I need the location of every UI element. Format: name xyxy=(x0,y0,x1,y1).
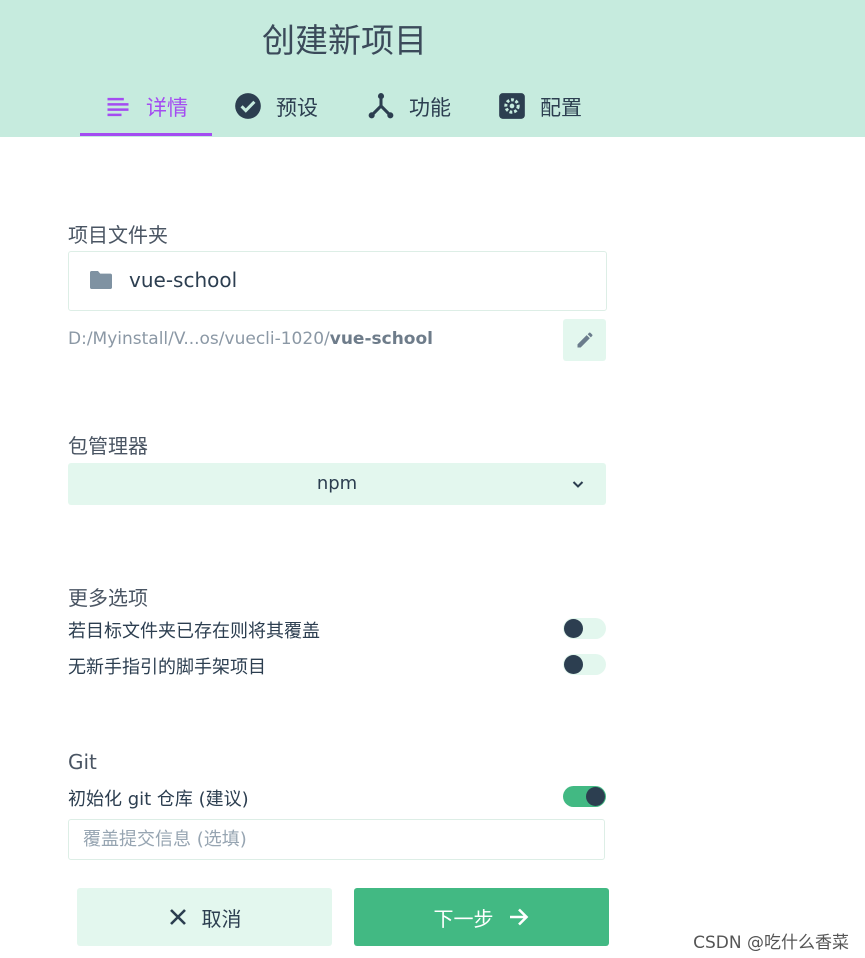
option-label: 若目标文件夹已存在则将其覆盖 xyxy=(68,621,320,642)
git-label: Git xyxy=(68,750,97,774)
project-folder-field[interactable]: vue-school xyxy=(68,251,607,311)
folder-path: D:/Myinstall/V...os/vuecli-1020/vue-scho… xyxy=(68,329,433,349)
folder-path-name: vue-school xyxy=(329,329,433,349)
overwrite-toggle[interactable] xyxy=(563,618,606,639)
tab-label: 功能 xyxy=(409,96,451,120)
fork-icon xyxy=(367,92,395,120)
next-button[interactable]: 下一步 xyxy=(354,888,609,946)
project-folder-label: 项目文件夹 xyxy=(68,223,168,247)
page-title: 创建新项目 xyxy=(262,21,427,60)
option-row-no-guide: 无新手指引的脚手架项目 xyxy=(68,653,606,679)
folder-icon xyxy=(89,270,113,294)
next-label: 下一步 xyxy=(433,906,494,931)
git-init-toggle[interactable] xyxy=(563,786,606,807)
close-icon xyxy=(168,907,188,927)
folder-path-prefix: D:/Myinstall/V...os/vuecli-1020/ xyxy=(68,329,330,349)
option-label: 无新手指引的脚手架项目 xyxy=(68,657,266,678)
package-manager-value: npm xyxy=(316,473,358,494)
cancel-label: 取消 xyxy=(201,906,242,931)
watermark: CSDN @吃什么香菜 xyxy=(693,933,849,953)
package-manager-label: 包管理器 xyxy=(68,434,148,458)
option-row-overwrite: 若目标文件夹已存在则将其覆盖 xyxy=(68,617,606,643)
tab-label: 详情 xyxy=(146,96,188,120)
header: 创建新项目 详情 预设 功能 配置 xyxy=(0,0,865,137)
more-options-label: 更多选项 xyxy=(68,586,148,610)
tab-presets[interactable]: 预设 xyxy=(234,86,318,136)
folder-name: vue-school xyxy=(129,268,238,292)
toggle-knob xyxy=(564,655,583,674)
tab-details[interactable]: 详情 xyxy=(80,86,212,136)
tab-label: 配置 xyxy=(540,96,582,120)
toggle-knob xyxy=(564,619,583,638)
commit-message-input[interactable] xyxy=(68,819,605,860)
tab-config[interactable]: 配置 xyxy=(498,86,582,136)
no-guide-toggle[interactable] xyxy=(563,654,606,675)
option-row-git-init: 初始化 git 仓库 (建议) xyxy=(68,785,606,811)
edit-path-button[interactable] xyxy=(563,319,606,361)
check-circle-icon xyxy=(234,92,262,120)
package-manager-select[interactable]: npm xyxy=(68,463,606,505)
cancel-button[interactable]: 取消 xyxy=(77,888,332,946)
gear-icon xyxy=(498,92,526,120)
tab-label: 预设 xyxy=(276,96,318,120)
arrow-right-icon xyxy=(508,907,530,927)
details-list-icon xyxy=(104,92,132,120)
toggle-knob xyxy=(586,787,605,806)
option-label: 初始化 git 仓库 (建议) xyxy=(68,789,249,810)
tab-features[interactable]: 功能 xyxy=(367,86,451,136)
pencil-icon xyxy=(575,330,595,350)
chevron-down-icon xyxy=(570,476,586,496)
